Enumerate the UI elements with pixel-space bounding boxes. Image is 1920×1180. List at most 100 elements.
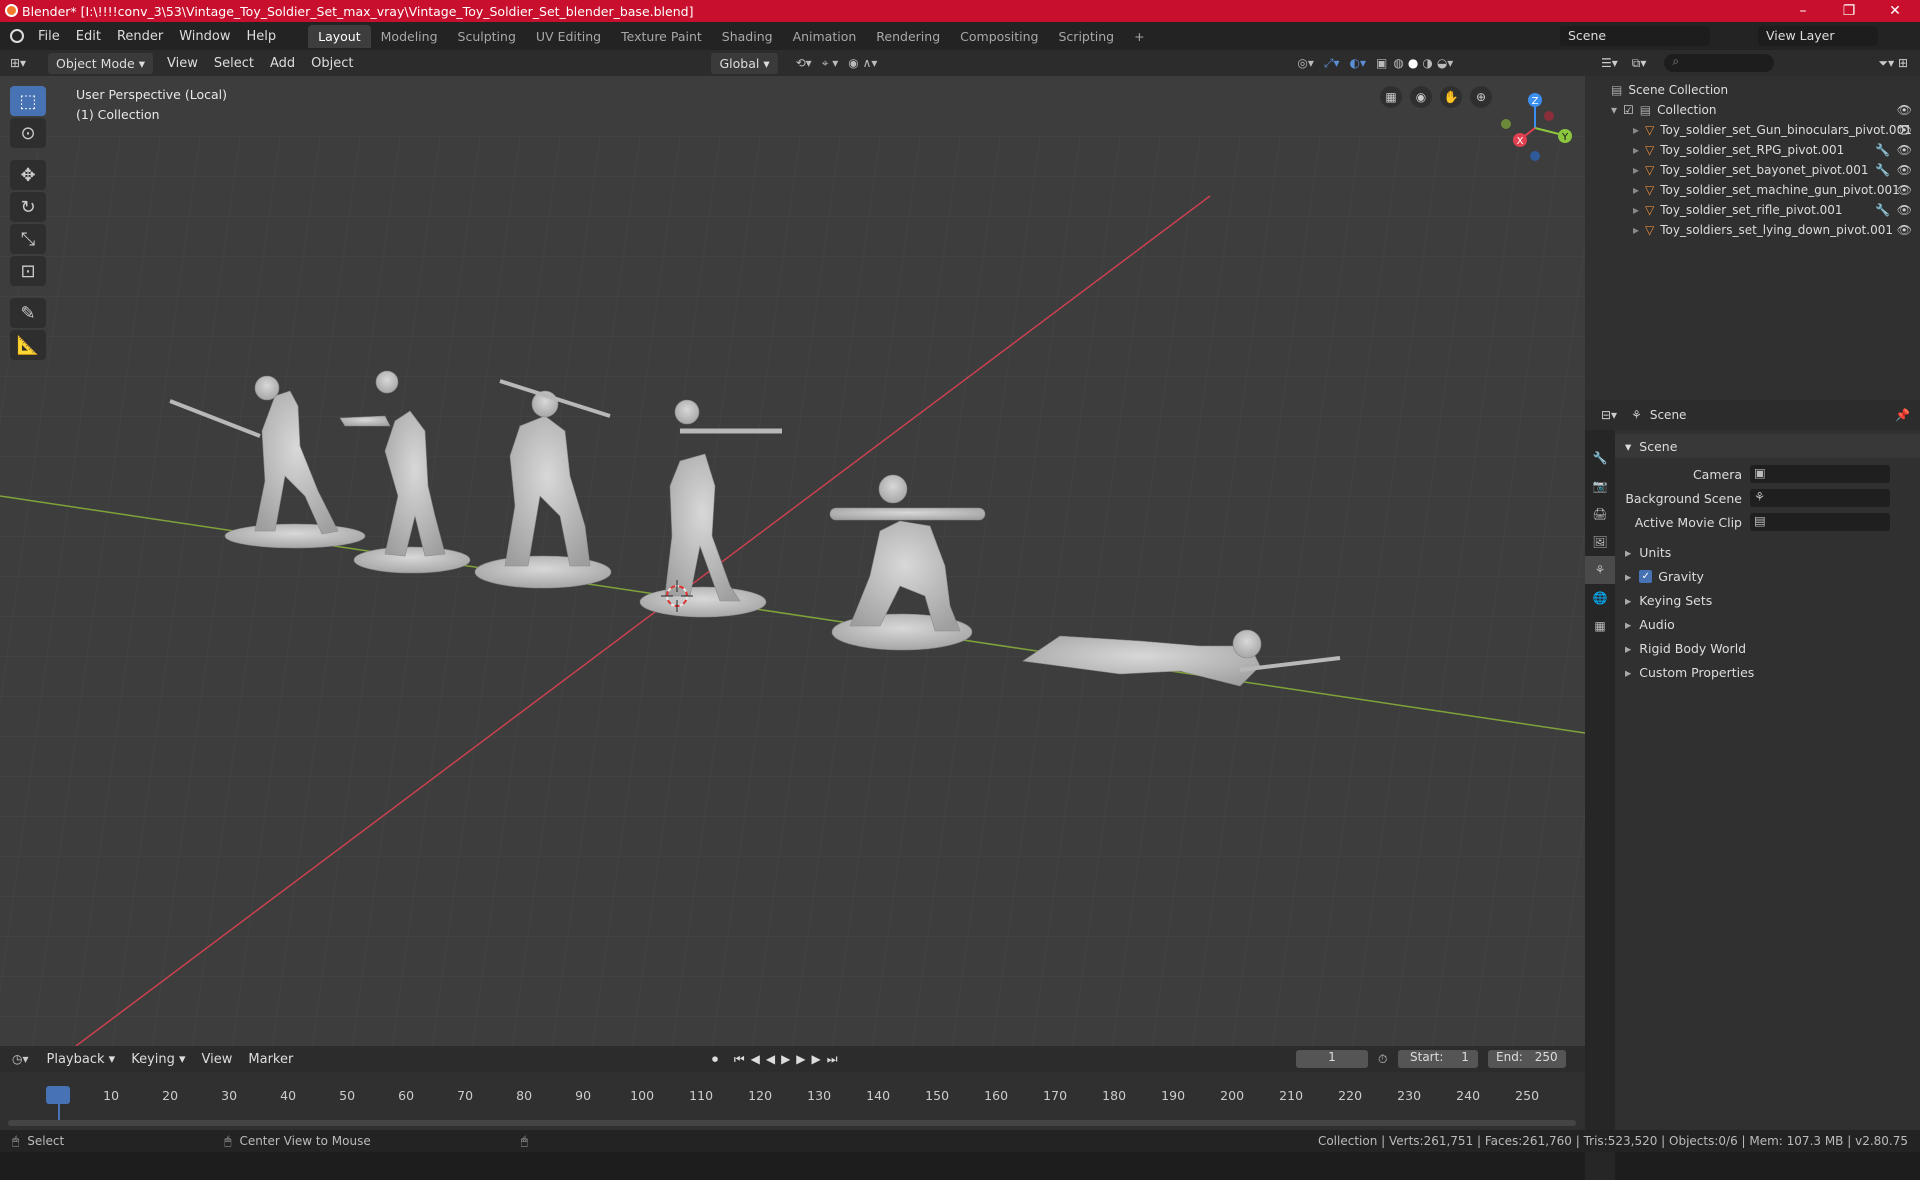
checkbox-icon[interactable]: ☑ bbox=[1623, 103, 1634, 117]
pan-hand-icon[interactable]: ✋ bbox=[1440, 86, 1462, 108]
add-workspace-button[interactable]: + bbox=[1124, 25, 1154, 48]
background-scene-field[interactable]: ⚘ bbox=[1750, 489, 1890, 507]
eye-icon[interactable]: 👁 bbox=[1897, 163, 1912, 177]
outliner-scene-collection[interactable]: ▤ Scene Collection bbox=[1585, 80, 1920, 100]
tab-shading[interactable]: Shading bbox=[712, 25, 783, 48]
outliner-item[interactable]: ▸ ▽ Toy_soldier_set_RPG_pivot.001 🔧 👁 bbox=[1585, 140, 1920, 160]
expand-arrow-icon[interactable]: ▸ bbox=[1633, 223, 1639, 237]
display-mode-icon[interactable]: ⧉▾ bbox=[1632, 56, 1647, 71]
world-tab-icon[interactable]: 🌐 bbox=[1585, 584, 1615, 612]
pivot-icon[interactable]: ⟲▾ bbox=[796, 56, 812, 70]
annotate-tool-icon[interactable]: ✎ bbox=[10, 298, 46, 328]
scale-tool-icon[interactable]: ⤡ bbox=[10, 224, 46, 254]
scene-panel-header[interactable]: ▾ Scene bbox=[1615, 434, 1920, 458]
tab-compositing[interactable]: Compositing bbox=[950, 25, 1048, 48]
outliner-collection[interactable]: ▾ ☑ ▤ Collection 👁 bbox=[1585, 100, 1920, 120]
rendered-shading-icon[interactable]: ◒▾ bbox=[1437, 56, 1454, 70]
outliner-item[interactable]: ▸ ▽ Toy_soldier_set_Gun_binoculars_pivot.0… bbox=[1585, 120, 1920, 140]
expand-arrow-icon[interactable]: ▸ bbox=[1633, 123, 1639, 137]
outliner-item[interactable]: ▸ ▽ Toy_soldier_set_machine_gun_pivot.001 👁 bbox=[1585, 180, 1920, 200]
tab-animation[interactable]: Animation bbox=[783, 25, 867, 48]
pin-icon[interactable]: 📌 bbox=[1895, 408, 1910, 422]
orientation-dropdown[interactable]: Global ▾ bbox=[711, 52, 778, 74]
menu-edit[interactable]: Edit bbox=[68, 29, 109, 44]
mode-dropdown[interactable]: Object Mode ▾ bbox=[48, 52, 153, 74]
rotate-tool-icon[interactable]: ↻ bbox=[10, 192, 46, 222]
grid-view-icon[interactable]: ▦ bbox=[1380, 86, 1402, 108]
menu-render[interactable]: Render bbox=[109, 29, 171, 44]
visibility-icon[interactable]: ◎▾ bbox=[1297, 56, 1314, 70]
blender-menu-icon[interactable] bbox=[10, 29, 24, 43]
wireframe-shading-icon[interactable]: ◍ bbox=[1393, 56, 1403, 70]
eye-icon[interactable]: 👁 bbox=[1897, 103, 1912, 117]
property-section-units[interactable]: ▸ Units bbox=[1615, 540, 1920, 564]
3d-viewport[interactable]: Z Y X ▦ ◉ ✋ ⊕ bbox=[0, 76, 1585, 1046]
eye-icon[interactable]: 👁 bbox=[1897, 203, 1912, 217]
menu-help[interactable]: Help bbox=[239, 29, 285, 44]
frame-ruler[interactable]: 1102030405060708090100110120130140150160… bbox=[0, 1046, 1585, 1130]
eye-icon[interactable]: 👁 bbox=[1897, 223, 1912, 237]
maximize-button[interactable]: ❐ bbox=[1826, 0, 1872, 22]
timeline-scrollbar[interactable] bbox=[8, 1120, 1576, 1126]
snap-icon[interactable]: ⌖ ▾ bbox=[822, 56, 839, 71]
output-tab-icon[interactable]: 🖨 bbox=[1585, 500, 1615, 528]
move-tool-icon[interactable]: ✥ bbox=[10, 160, 46, 190]
filter-icon[interactable]: ⏷▾ ⊞ bbox=[1879, 56, 1909, 71]
xray-icon[interactable]: ▣ bbox=[1376, 56, 1387, 70]
gravity-checkbox[interactable]: ✓ bbox=[1639, 569, 1653, 583]
solid-shading-icon[interactable]: ● bbox=[1408, 56, 1418, 70]
property-section-custom-properties[interactable]: ▸ Custom Properties bbox=[1615, 660, 1920, 684]
editor-type-icon[interactable]: ⊞▾ bbox=[10, 56, 36, 70]
menu-window[interactable]: Window bbox=[171, 29, 238, 44]
tool-tab-icon[interactable]: 🔧 bbox=[1585, 444, 1615, 472]
scene-tab-icon[interactable]: ⚘ bbox=[1585, 556, 1615, 584]
tab-scripting[interactable]: Scripting bbox=[1049, 25, 1125, 48]
expand-arrow-icon[interactable]: ▸ bbox=[1633, 163, 1639, 177]
tab-sculpting[interactable]: Sculpting bbox=[448, 25, 526, 48]
outliner-item[interactable]: ▸ ▽ Toy_soldiers_set_lying_down_pivot.001 👁 bbox=[1585, 220, 1920, 240]
expand-arrow-icon[interactable]: ▸ bbox=[1633, 183, 1639, 197]
eye-icon[interactable]: 👁 bbox=[1897, 183, 1912, 197]
camera-view-icon[interactable]: ◉ bbox=[1410, 86, 1432, 108]
close-button[interactable]: ✕ bbox=[1872, 0, 1918, 22]
outliner-item[interactable]: ▸ ▽ Toy_soldier_set_rifle_pivot.001 🔧 👁 bbox=[1585, 200, 1920, 220]
tab-texture-paint[interactable]: Texture Paint bbox=[611, 25, 712, 48]
movie-clip-field[interactable]: ▤ bbox=[1750, 513, 1890, 531]
select-box-tool-icon[interactable]: ⬚ bbox=[10, 86, 46, 116]
eye-icon[interactable]: 👁 bbox=[1897, 143, 1912, 157]
tab-uv-editing[interactable]: UV Editing bbox=[526, 25, 611, 48]
expand-arrow-icon[interactable]: ▸ bbox=[1633, 143, 1639, 157]
proportional-edit-icon[interactable]: ◉ ∧▾ bbox=[848, 56, 877, 70]
scene-selector[interactable]: Scene bbox=[1560, 26, 1710, 46]
menu-select[interactable]: Select bbox=[206, 56, 262, 71]
measure-tool-icon[interactable]: 📐 bbox=[10, 330, 46, 360]
eye-icon[interactable]: 👁 bbox=[1897, 123, 1912, 137]
zoom-icon[interactable]: ⊕ bbox=[1470, 86, 1492, 108]
overlays-icon[interactable]: ◐▾ bbox=[1350, 56, 1367, 70]
tab-modeling[interactable]: Modeling bbox=[371, 25, 448, 48]
property-section-gravity[interactable]: ▸ ✓ Gravity bbox=[1615, 564, 1920, 588]
transform-tool-icon[interactable]: ⊡ bbox=[10, 256, 46, 286]
outliner-editor-icon[interactable]: ☰▾ bbox=[1601, 56, 1618, 70]
camera-field[interactable]: ▣ bbox=[1750, 465, 1890, 483]
view-layer-tab-icon[interactable]: 🖼 bbox=[1585, 528, 1615, 556]
cursor-tool-icon[interactable]: ⊙ bbox=[10, 118, 46, 148]
property-section-rigid-body-world[interactable]: ▸ Rigid Body World bbox=[1615, 636, 1920, 660]
expand-arrow-icon[interactable]: ▸ bbox=[1633, 203, 1639, 217]
outliner-item[interactable]: ▸ ▽ Toy_soldier_set_bayonet_pivot.001 🔧 👁 bbox=[1585, 160, 1920, 180]
menu-add[interactable]: Add bbox=[262, 56, 303, 71]
tab-rendering[interactable]: Rendering bbox=[866, 25, 950, 48]
menu-object[interactable]: Object bbox=[303, 56, 361, 71]
minimize-button[interactable]: – bbox=[1780, 0, 1826, 22]
material-shading-icon[interactable]: ◑ bbox=[1422, 56, 1432, 70]
playhead[interactable] bbox=[46, 1086, 70, 1104]
render-tab-icon[interactable]: 📷 bbox=[1585, 472, 1615, 500]
tab-layout[interactable]: Layout bbox=[308, 24, 371, 48]
expand-arrow-icon[interactable]: ▾ bbox=[1611, 103, 1617, 117]
property-section-audio[interactable]: ▸ Audio bbox=[1615, 612, 1920, 636]
property-section-keying-sets[interactable]: ▸ Keying Sets bbox=[1615, 588, 1920, 612]
menu-view[interactable]: View bbox=[159, 56, 206, 71]
outliner-search-input[interactable]: ⌕ bbox=[1664, 54, 1775, 72]
texture-tab-icon[interactable]: ▦ bbox=[1585, 612, 1615, 640]
properties-editor-icon[interactable]: ⊟▾ bbox=[1601, 408, 1617, 422]
